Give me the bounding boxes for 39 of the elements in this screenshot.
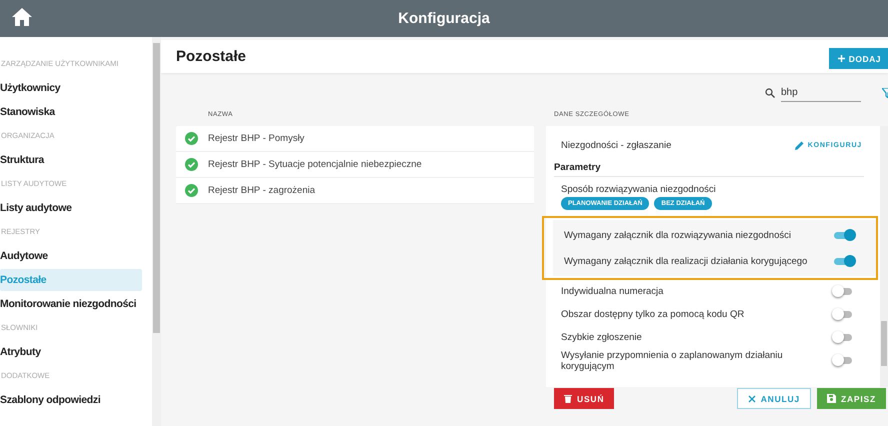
nav-item[interactable]: Struktura <box>0 149 142 171</box>
toggle-switch[interactable] <box>834 357 852 364</box>
app-title: Konfiguracja <box>398 10 490 27</box>
toggle-switch[interactable] <box>834 288 852 295</box>
setting-label: Wymagany załącznik dla rozwiązywania niezgodności <box>564 230 791 240</box>
section-title: Parametry <box>554 159 864 177</box>
nav-item[interactable]: Monitorowanie niezgodności <box>0 293 142 315</box>
nav-item[interactable]: Szablony odpowiedzi <box>0 389 142 411</box>
pencil-icon <box>794 140 804 150</box>
nav-item[interactable]: Atrybuty <box>0 341 142 363</box>
search-icon <box>765 88 775 98</box>
setting-label: Indywidualna numeracja <box>561 286 664 297</box>
nav-item[interactable]: Audytowe <box>0 245 142 267</box>
list-row[interactable]: Rejestr BHP - zagrożenia <box>176 178 534 204</box>
home-icon[interactable] <box>12 8 32 26</box>
toggle-switch[interactable] <box>834 334 852 341</box>
row-name: Rejestr BHP - Sytuacje potencjalnie niebezpieczne <box>208 159 422 170</box>
list-row[interactable]: Rejestr BHP - Sytuacje potencjalnie niebezpieczne <box>176 152 534 178</box>
row-name: Rejestr BHP - zagrożenia <box>208 185 316 196</box>
setting-label: Wymagany załącznik dla realizacji działania korygującego <box>564 256 808 266</box>
setting-label: Wysyłanie przypomnienia o zaplanowanym działaniu korygującym <box>561 350 784 372</box>
search-field[interactable]: bhp <box>781 84 861 102</box>
scrollbar[interactable] <box>880 126 888 387</box>
setting-label: Obszar dostępny tylko za pomocą kodu QR <box>561 309 744 320</box>
list-row[interactable]: Rejestr BHP - Pomysły <box>176 126 534 152</box>
config-label: Niezgodności - zgłaszanie <box>561 140 672 150</box>
nav-item[interactable]: Użytkownicy <box>0 77 142 99</box>
row-name: Rejestr BHP - Pomysły <box>208 133 304 144</box>
plus-icon <box>838 55 845 62</box>
scrollbar[interactable] <box>152 37 161 426</box>
toggle-switch[interactable] <box>834 311 852 318</box>
delete-button[interactable]: USUŃ <box>554 388 614 409</box>
page-title: Pozostałe <box>176 48 246 65</box>
nav-item[interactable]: Stanowiska <box>0 101 142 123</box>
setting-label: Sposób rozwiązywania niezgodności <box>560 183 717 197</box>
close-icon <box>748 394 756 402</box>
trash-icon <box>564 394 572 403</box>
nav-item[interactable]: Listy audytowe <box>0 197 142 219</box>
setting-label: Szybkie zgłoszenie <box>561 332 642 343</box>
